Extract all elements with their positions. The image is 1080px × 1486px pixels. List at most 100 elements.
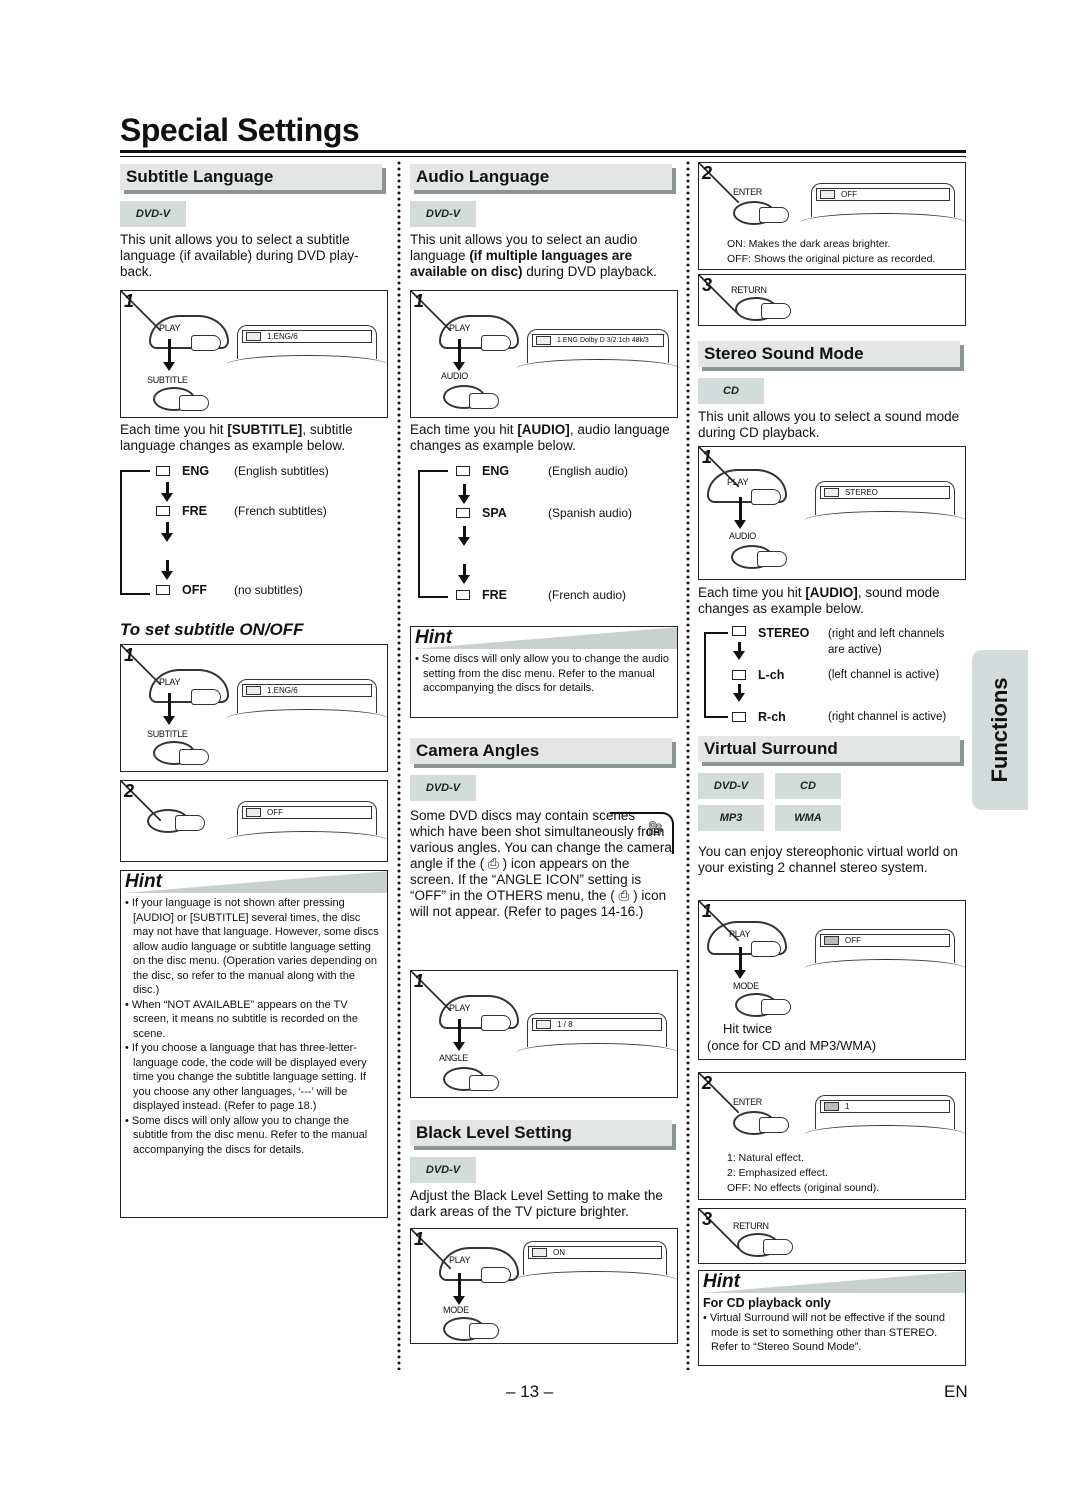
tv-screen: 1 xyxy=(804,1095,966,1129)
stereo-intro: This unit allows you to select a sound m… xyxy=(698,409,960,440)
sequence-item: STEREO (right and left channels are activ… xyxy=(732,626,960,658)
tv-screen: OFF xyxy=(804,929,966,963)
subtitle-hint: Hint • If your language is not shown aft… xyxy=(120,870,388,1218)
subtitle-onoff-heading: To set subtitle ON/OFF xyxy=(120,620,304,639)
surround-step-1: 1 PLAY MODE OFF Hit twice (once for CD a… xyxy=(698,900,966,1060)
subtitle-icon xyxy=(246,332,261,341)
tv-screen: 1.ENG/6 xyxy=(226,679,388,713)
onoff-step-2: 2 OFF xyxy=(120,780,388,862)
page-title: Special Settings xyxy=(120,112,360,148)
hand-icon xyxy=(191,689,221,705)
hand-icon xyxy=(759,1117,789,1133)
black-level-step-3: 3 RETURN xyxy=(698,274,966,326)
tv-screen: 1.ENG Dolby D 3/2.1ch 48k/3 xyxy=(516,329,680,363)
column-divider xyxy=(686,160,690,1370)
hint-item: • If you choose a language that has thre… xyxy=(125,1042,367,1112)
tv-screen: 1 / 8 xyxy=(516,1013,678,1047)
column-divider xyxy=(397,160,401,1370)
onoff-step-1: 1 PLAY SUBTITLE 1.ENG/6 xyxy=(120,644,388,772)
surround-step-3: 3 RETURN xyxy=(698,1208,966,1264)
subtitle-language-heading: Subtitle Language xyxy=(120,164,382,190)
surround-hint: Hint For CD playback only • Virtual Surr… xyxy=(698,1270,966,1366)
tv-screen: OFF xyxy=(800,183,966,217)
hint-title: Hint xyxy=(411,627,677,649)
hint-item: • When “NOT AVAILABLE” appears on the TV… xyxy=(125,998,359,1040)
stereo-sound-heading: Stereo Sound Mode xyxy=(698,341,960,367)
tv-screen: 1.ENG/6 xyxy=(226,325,388,359)
subtitle-step-1: 1 PLAY SUBTITLE 1.ENG/6 xyxy=(120,290,388,418)
cd-badge: CD xyxy=(775,773,841,799)
sequence-item: ENG (English subtitles) xyxy=(156,464,329,478)
audio-icon xyxy=(732,670,746,680)
black-level-step-2: 2 ENTER OFF ON: Makes the dark areas bri… xyxy=(698,162,966,270)
step-number: 1 xyxy=(124,291,135,311)
hand-icon xyxy=(179,395,209,411)
subtitle-icon xyxy=(156,506,170,516)
hit-twice-note: Hit twice xyxy=(723,1021,773,1036)
black-level-heading: Black Level Setting xyxy=(410,1120,672,1146)
dvd-v-badge: DVD-V xyxy=(410,1157,476,1183)
hint-subheading: For CD playback only xyxy=(703,1296,831,1310)
audio-step-1: 1 PLAY AUDIO 1.ENG Dolby D 3/2.1ch 48k/3 xyxy=(410,290,680,418)
sequence-item: OFF (no subtitles) xyxy=(156,583,303,597)
stereo-instruction: Each time you hit [AUDIO], sound mode ch… xyxy=(698,585,940,616)
subtitle-intro: This unit allows you to select a subtitl… xyxy=(120,232,359,279)
subtitle-icon xyxy=(156,466,170,476)
virtual-surround-intro: You can enjoy stereophonic virtual world… xyxy=(698,844,958,875)
surround-step-2: 2 ENTER 1 1: Natural effect. 2: Emphasiz… xyxy=(698,1072,966,1200)
hand-icon xyxy=(481,1267,511,1283)
title-rule xyxy=(120,150,966,157)
hand-icon xyxy=(481,335,511,351)
audio-icon xyxy=(456,508,470,518)
hint-title: Hint xyxy=(699,1271,965,1293)
screen-text: 1.ENG/6 xyxy=(267,332,298,341)
cd-badge: CD xyxy=(698,378,764,404)
sequence-item: ENG (English audio) xyxy=(456,464,628,478)
sequence-item: SPA (Spanish audio) xyxy=(456,506,632,520)
tv-screen: STEREO xyxy=(804,481,966,515)
functions-tab-label: Functions xyxy=(987,677,1012,783)
stereo-step-1: 1 PLAY AUDIO STEREO xyxy=(698,446,966,580)
hint-item: • Some discs will only allow you to chan… xyxy=(415,653,669,694)
audio-intro: This unit allows you to select an audio … xyxy=(410,232,657,279)
mp3-badge: MP3 xyxy=(698,805,764,831)
hand-icon xyxy=(191,335,221,351)
virtual-surround-heading: Virtual Surround xyxy=(698,736,960,762)
hint-item: • If your language is not shown after pr… xyxy=(125,897,379,996)
hand-icon xyxy=(761,303,791,319)
button-label: SUBTITLE xyxy=(147,375,188,385)
dvd-v-badge: DVD-V xyxy=(410,775,476,801)
tv-screen: ON xyxy=(512,1241,678,1275)
once-note: (once for CD and MP3/WMA) xyxy=(707,1038,877,1053)
hand-icon xyxy=(469,1323,499,1339)
stereo-sequence: STEREO (right and left channels are activ… xyxy=(698,622,968,726)
hand-icon xyxy=(761,999,791,1015)
page-number: – 13 – xyxy=(506,1382,554,1401)
play-label: PLAY xyxy=(159,323,181,333)
hand-icon xyxy=(469,1075,499,1091)
hint-item: • Virtual Surround will not be effective… xyxy=(703,1312,945,1353)
dvd-v-badge: DVD-V xyxy=(410,201,476,227)
hand-icon xyxy=(757,551,787,567)
audio-hint: Hint • Some discs will only allow you to… xyxy=(410,626,678,718)
black-level-step-1: 1 PLAY MODE ON xyxy=(410,1228,678,1344)
audio-icon xyxy=(456,590,470,600)
audio-icon xyxy=(456,466,470,476)
hint-title: Hint xyxy=(121,871,387,893)
sequence-item: FRE (French subtitles) xyxy=(156,504,327,518)
hand-icon xyxy=(179,749,209,765)
subtitle-instruction: Each time you hit [SUBTITLE], subtitle l… xyxy=(120,422,353,453)
subtitle-sequence: ENG (English subtitles) FRE (French subtit… xyxy=(120,460,388,600)
wma-badge: WMA xyxy=(775,805,841,831)
hand-icon xyxy=(763,1239,793,1255)
dvd-v-badge: DVD-V xyxy=(120,201,186,227)
sequence-item: L-ch (left channel is active) xyxy=(732,668,939,682)
hand-icon xyxy=(481,1015,511,1031)
audio-language-heading: Audio Language xyxy=(410,164,672,190)
camera-angles-heading: Camera Angles xyxy=(410,738,672,764)
arrow-down-icon xyxy=(163,339,175,371)
audio-instruction: Each time you hit [AUDIO], audio languag… xyxy=(410,422,670,453)
hand-icon xyxy=(751,489,781,505)
hand-icon xyxy=(751,941,781,957)
black-level-intro: Adjust the Black Level Setting to make t… xyxy=(410,1188,663,1219)
